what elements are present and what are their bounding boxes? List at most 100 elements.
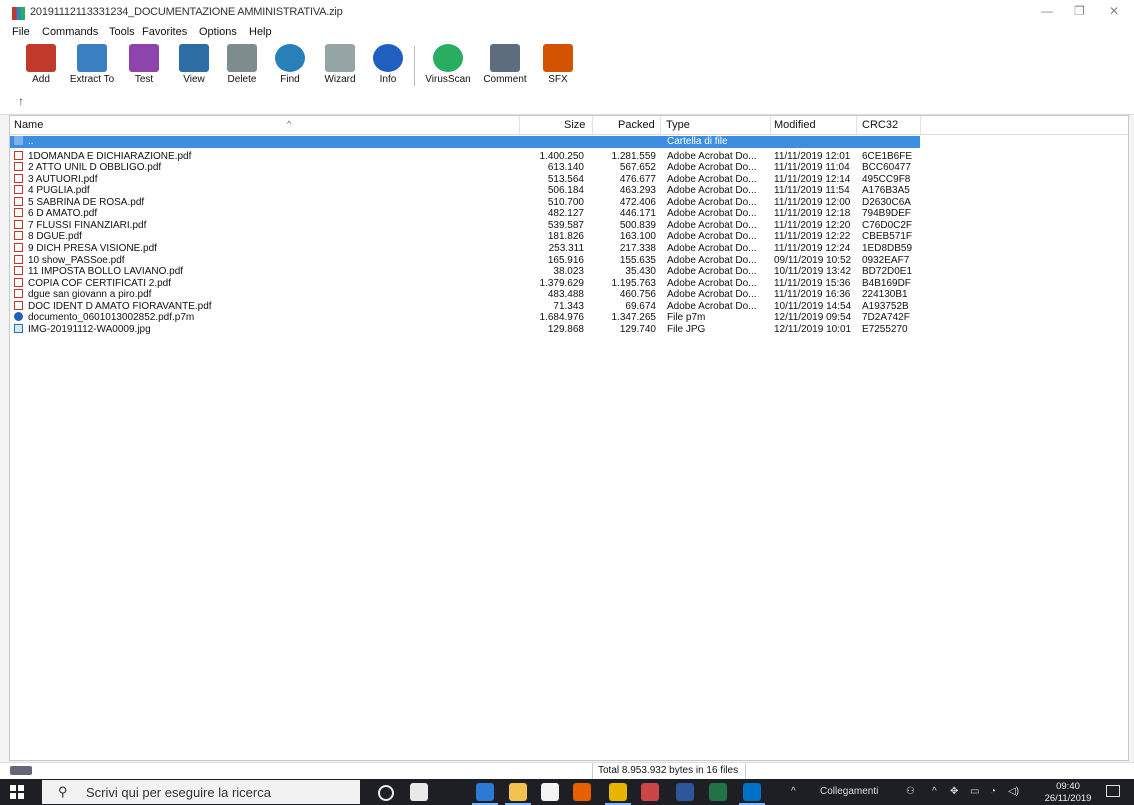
file-row[interactable]: dgue san giovann a piro.pdf 483.488 460.75…: [10, 289, 1128, 301]
column-separator[interactable]: [770, 116, 771, 134]
network-icon[interactable]: ▭: [970, 786, 979, 797]
view-button[interactable]: View: [170, 44, 218, 85]
add-button[interactable]: Add: [17, 44, 65, 85]
column-crc32[interactable]: CRC32: [862, 119, 898, 131]
chrome-icon[interactable]: [609, 783, 627, 801]
row-modified: 11/11/2019 12:00: [774, 196, 851, 208]
minimize-button[interactable]: —: [1041, 4, 1053, 18]
file-row[interactable]: COPIA COF CERTIFICATI 2.pdf 1.379.629 1.19…: [10, 277, 1128, 290]
row-crc32: CBEB571F: [862, 231, 913, 243]
row-crc32: B4B169DF: [862, 277, 911, 289]
column-size[interactable]: Size: [564, 119, 585, 131]
file-row[interactable]: 5 SABRINA DE ROSA.pdf 510.700 472.406 Adobe…: [10, 196, 1128, 209]
view-icon: [179, 44, 209, 72]
globe-icon[interactable]: [641, 783, 659, 801]
parent-folder-row[interactable]: .. Cartella di file: [10, 136, 920, 148]
path-bar: ↑: [0, 92, 1134, 115]
pdf-file-icon: [14, 185, 23, 195]
file-row[interactable]: 9 DICH PRESA VISIONE.pdf 253.311 217.338 Ad…: [10, 243, 1128, 255]
file-row[interactable]: DOC IDENT D AMATO FIORAVANTE.pdf 71.343 69…: [10, 300, 1128, 313]
row-name: documento_0601013002852.pdf.p7m: [28, 312, 195, 324]
dropbox-icon[interactable]: ✥: [950, 786, 958, 797]
drive-icon[interactable]: [10, 766, 32, 775]
row-type: Adobe Acrobat Do...: [667, 185, 757, 197]
outlook-icon[interactable]: [743, 783, 761, 801]
windows-start-icon[interactable]: [10, 785, 24, 799]
file-row[interactable]: 1DOMANDA E DICHIARAZIONE.pdf 1.400.250 1.2…: [10, 150, 1128, 163]
file-row[interactable]: 7 FLUSSI FINANZIARI.pdf 539.587 500.839 Ado…: [10, 219, 1128, 232]
menu-commands[interactable]: Commands: [42, 26, 98, 38]
sfx-button[interactable]: SFX: [534, 44, 582, 85]
row-type: Adobe Acrobat Do...: [667, 266, 757, 278]
file-row[interactable]: documento_0601013002852.pdf.p7m 1.684.976…: [10, 312, 1128, 324]
extract-to-button[interactable]: Extract To: [68, 44, 116, 85]
column-name[interactable]: Name: [14, 119, 43, 131]
tray-overflow-icon[interactable]: ^: [932, 786, 937, 797]
column-packed[interactable]: Packed: [618, 119, 655, 131]
toolbar: Add Extract To Test View Delete Find Wiz…: [0, 40, 1134, 92]
tray-chevron-icon[interactable]: ^: [791, 786, 796, 797]
file-row[interactable]: 3 AUTUORI.pdf 513.564 476.677 Adobe Acrobat…: [10, 173, 1128, 186]
wizard-button[interactable]: Wizard: [316, 44, 364, 85]
word-icon[interactable]: [676, 783, 694, 801]
tray-toolbar-label[interactable]: Collegamenti: [820, 786, 878, 797]
file-row[interactable]: IMG-20191112-WA0009.jpg 129.868 129.740 Fil…: [10, 324, 1128, 336]
row-packed: 217.338: [619, 243, 656, 255]
taskbar-clock[interactable]: 09:40 26/11/2019: [1038, 781, 1098, 805]
column-separator[interactable]: [660, 116, 661, 134]
toolbar-separator: [414, 46, 415, 86]
virusscan-button[interactable]: VirusScan: [424, 44, 472, 85]
row-name: COPIA COF CERTIFICATI 2.pdf: [28, 277, 171, 289]
edge-icon[interactable]: [476, 783, 494, 801]
cortana-icon[interactable]: [378, 785, 394, 801]
test-button[interactable]: Test: [120, 44, 168, 85]
menu-options[interactable]: Options: [199, 26, 237, 38]
file-row[interactable]: 6 D AMATO.pdf 482.127 446.171 Adobe Acrobat…: [10, 208, 1128, 220]
menu-file[interactable]: File: [12, 26, 30, 38]
file-row[interactable]: 2 ATTO UNIL D OBBLIGO.pdf 613.140 567.652 A…: [10, 162, 1128, 174]
row-type: File p7m: [667, 312, 706, 324]
row-packed: 1.347.265: [611, 312, 657, 324]
info-button[interactable]: Info: [364, 44, 412, 85]
menu-tools[interactable]: Tools: [109, 26, 135, 38]
column-separator[interactable]: [856, 116, 857, 134]
find-button[interactable]: Find: [266, 44, 314, 85]
row-modified: 11/11/2019 12:24: [774, 243, 851, 255]
row-type: Adobe Acrobat Do...: [667, 150, 757, 162]
people-icon[interactable]: ⚇: [906, 786, 915, 797]
row-modified: 11/11/2019 11:54: [774, 185, 850, 197]
up-arrow-icon[interactable]: ↑: [18, 94, 24, 108]
row-type: File JPG: [667, 324, 706, 336]
file-explorer-icon[interactable]: [509, 783, 527, 801]
row-type: Adobe Acrobat Do...: [667, 289, 757, 301]
row-type: Adobe Acrobat Do...: [667, 208, 757, 220]
excel-icon[interactable]: [709, 783, 727, 801]
column-separator[interactable]: [519, 116, 520, 134]
store-icon[interactable]: [541, 783, 559, 801]
file-row[interactable]: 10 show_PASSoe.pdf 165.916 155.635 Adobe Ac…: [10, 254, 1128, 267]
task-view-icon[interactable]: [410, 783, 428, 801]
firefox-icon[interactable]: [573, 783, 591, 801]
wifi-icon[interactable]: ◔: [990, 786, 996, 797]
row-crc32: C76D0C2F: [862, 219, 913, 231]
notification-center-icon[interactable]: [1106, 785, 1120, 797]
restore-button[interactable]: ❐: [1074, 4, 1085, 18]
column-separator[interactable]: [592, 116, 593, 134]
file-row[interactable]: 8 DGUE.pdf 181.826 163.100 Adobe Acrobat Do…: [10, 231, 1128, 243]
file-row[interactable]: 11 IMPOSTA BOLLO LAVIANO.pdf 38.023 35.430…: [10, 266, 1128, 278]
row-crc32: D2630C6A: [862, 196, 911, 208]
row-crc32: 495CC9F8: [862, 173, 911, 185]
file-row[interactable]: 4 PUGLIA.pdf 506.184 463.293 Adobe Acrobat …: [10, 185, 1128, 197]
delete-button[interactable]: Delete: [218, 44, 266, 85]
volume-icon[interactable]: ◁): [1008, 786, 1019, 797]
taskbar-search-box[interactable]: ⚲ Scrivi qui per eseguire la ricerca: [42, 780, 360, 804]
column-separator[interactable]: [920, 116, 921, 134]
menu-favorites[interactable]: Favorites: [142, 26, 187, 38]
comment-button[interactable]: Comment: [481, 44, 529, 85]
row-packed: 500.839: [619, 219, 656, 231]
row-packed: 155.635: [619, 254, 656, 266]
menu-help[interactable]: Help: [249, 26, 272, 38]
close-button[interactable]: ✕: [1109, 4, 1119, 18]
column-type[interactable]: Type: [666, 119, 690, 131]
column-modified[interactable]: Modified: [774, 119, 816, 131]
